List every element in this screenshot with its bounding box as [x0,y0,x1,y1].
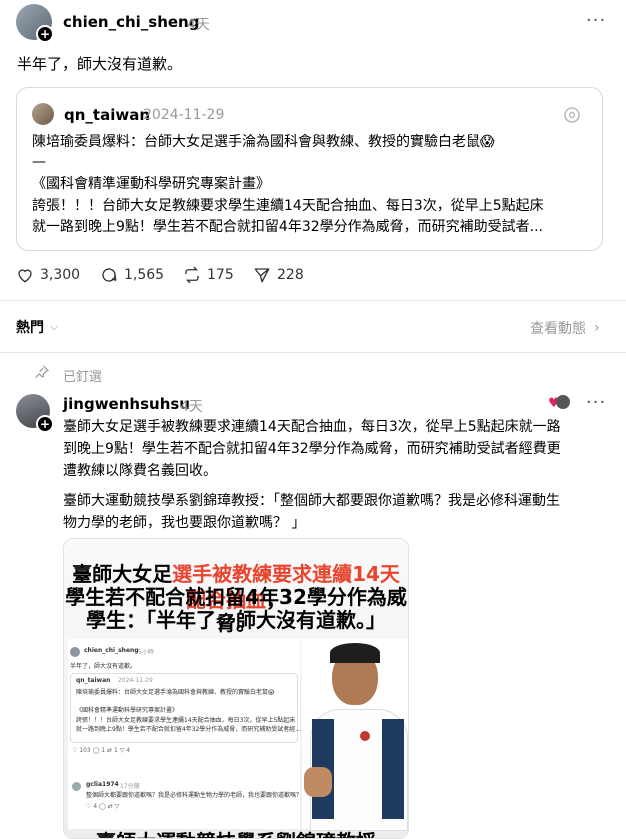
avatar [72,782,81,791]
threads-logo-icon [562,105,582,129]
comment-count: 1,565 [124,267,165,283]
post-username[interactable]: chien_chi_sheng [63,13,199,31]
mini-quote-line: 誇張！！！台師大女足教練要求學生連續14天配合抽血，每日3次，從早上5點起床 [76,717,296,724]
post-time: 4天 [187,17,210,33]
pinned-para1-line1: 臺師大女足選手被教練要求連續14天配合抽血，每日3次，從早上5點起床就一路 [63,419,561,435]
quote-avatar [32,103,54,125]
follow-plus-icon[interactable]: + [36,25,54,43]
person-photo [302,639,408,831]
pinned-label: 已釘選 [63,370,103,385]
pinned-para1-line3: 遭教練以隊費名義回收。 [63,463,217,479]
quote-date: 2024-11-29 [143,107,225,123]
heart-icon [18,269,32,283]
post-text: 半年了，師大沒有道歉。 [17,55,183,73]
chevron-down-icon: ⌵ [50,320,59,333]
quote-line-4: 誇張！！！台師大女足教練要求學生連續14天配合抽血、每日3次，從早上5點起床 [32,198,544,214]
pinned-para1-line2: 到晚上9點！學生若不配合就扣留4年32學分作為威脅，而研究補助受試者經費更 [63,441,561,457]
follow-plus-icon[interactable]: + [36,415,54,433]
image-bottom-caption: 臺師大運動競技學系劉錦璋教授 [64,829,408,838]
mini-reply-stats: ♡ 4 ◯ ⇄ ▽ [86,803,120,810]
quote-line-1: 陳培瑜委員爆料：台師大女足選手淪為國科會與教練、教授的實驗白老鼠😱 [32,134,495,150]
mini-screenshot: chien_chi_sheng 5小時 半年了，師大沒有道歉。 qn_taiwa… [68,639,303,829]
sort-label: 熱門 [16,320,44,336]
pinned-para2-line1: 臺師大運動競技學系劉錦璋教授：「整個師大都要跟你道歉嗎？我是必修科運動生 [63,493,560,509]
post-image[interactable]: 臺師大女足選手被教練要求連續14天配合抽血， 學生若不配合就扣留4年32學分作為… [63,538,409,839]
pinned-username[interactable]: jingwenhsuhsu [63,395,190,413]
sort-dropdown[interactable]: 熱門 ⌵ [16,317,58,337]
mini-quote-line: 陳培瑜委員爆料：台師大女足選手淪為國科會與教練、教授的實驗白老鼠😱 [76,689,275,696]
quote-line-2: — [32,154,46,170]
view-activity-link[interactable]: 查看動態 › [530,318,600,338]
like-button[interactable]: 3,300 [16,266,80,284]
pin-icon [34,364,50,384]
mini-reply-user: gclia1974 [86,781,119,788]
mini-stats: ♡ 103 ◯ 1 ⇄ 1 ▽ 4 [72,747,131,754]
pinned-time: 4天 [180,399,203,415]
mini-reply-text: 整個師大都要跟你道歉嗎？我是必修科運動生物力學的老師，我也要跟你道歉嗎？ [86,792,303,799]
author-liked-avatar [556,395,570,409]
share-button[interactable]: 228 [253,266,304,284]
view-activity-label: 查看動態 [530,321,586,337]
mini-quote-user: qn_taiwan [76,677,111,684]
more-options-icon[interactable]: ··· [586,392,606,413]
mini-reply-time: 17分鐘 [120,783,140,790]
comment-icon [102,268,117,282]
mini-quote-line: 《國科會精準運動科學研究專案計畫》 [76,707,179,714]
chevron-right-icon: › [594,320,600,336]
pinned-para2-line2: 物力學的老師，我也要跟你道歉嗎？ 」 [63,515,306,531]
divider [0,300,626,301]
send-icon [254,268,270,283]
comment-button[interactable]: 1,565 [100,266,164,284]
more-options-icon[interactable]: ··· [586,10,606,31]
mini-quote-line: 就一路到晚上9點！學生若不配合就扣留4年32學分作為威脅，而研究補助受試者經..… [76,726,301,733]
mini-username: chien_chi_sheng [84,647,139,654]
repost-button[interactable]: 175 [183,266,234,284]
quote-line-3: 《國科會精準運動科學研究專案計畫》 [32,176,270,192]
mini-text: 半年了，師大沒有道歉。 [70,663,137,670]
mini-quote-date: 2024-11-29 [118,677,153,684]
quote-username[interactable]: qn_taiwan [64,106,150,124]
mini-time: 5小時 [138,649,154,656]
avatar [70,647,80,657]
share-count: 228 [277,267,304,283]
image-headline-3: 學生：「半年了，師大沒有道歉。」 [86,608,386,632]
divider [0,352,626,353]
like-count: 3,300 [40,267,81,283]
repost-count: 175 [207,267,234,283]
quote-line-5: 就一路到晚上9點！學生若不配合就扣留4年32學分作為威脅，而研究補助受試者... [32,219,543,235]
repost-icon [185,266,199,284]
